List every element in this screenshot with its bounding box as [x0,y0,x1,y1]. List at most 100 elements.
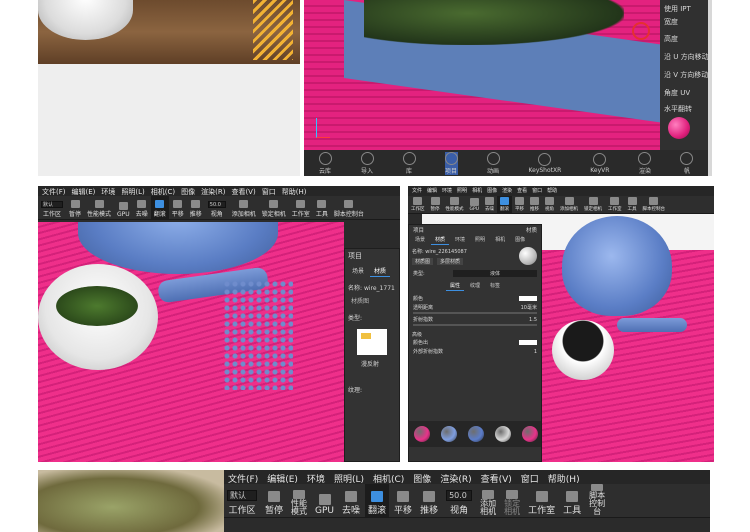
tab-lighting[interactable]: 照明 [471,235,489,245]
tb-studio[interactable]: 工作室 [289,196,313,219]
material-graph-button[interactable]: 材质图 [345,294,399,307]
sidebar-width[interactable]: 宽度 [664,17,678,27]
tab-material[interactable]: 材质 [370,265,391,277]
sidebar-height[interactable]: 高度 [664,34,678,44]
menu-camera[interactable]: 相机(C) [373,472,404,485]
tb-fov[interactable]: 50.0 视角 [205,196,229,219]
tb-script-console[interactable]: 脚本控制台 [331,196,367,219]
tb-workspace[interactable]: 默认 工作区 [38,196,66,219]
transparency-slider[interactable] [413,312,537,314]
tb-gpu[interactable]: GPU [312,484,337,517]
tb-denoise[interactable]: 去噪 [482,196,497,213]
menu-view[interactable]: 查看(V) [231,187,255,196]
prop-transparency-value[interactable]: 10毫米 [521,304,537,311]
tb-gpu[interactable]: GPU [114,196,133,219]
tb-script-console[interactable]: 脚本控制台 [586,484,608,517]
material-swatch[interactable] [494,426,511,442]
tb-performance[interactable]: 性能模式 [443,196,467,213]
material-graph-button[interactable]: 材质图 [412,258,434,265]
name-value[interactable]: wire_1771 [364,285,395,292]
menu-help[interactable]: 帮助 [547,187,557,195]
menu-lighting[interactable]: 照明 [457,187,467,195]
tb-pan[interactable]: 平移 [512,196,527,213]
tb-denoise[interactable]: 去噪 [339,484,363,517]
tab-material[interactable]: 材质 [431,235,450,245]
tb-pause[interactable]: 暂停 [428,196,443,213]
tb-performance[interactable]: 性能模式 [84,196,114,219]
tb-add-camera[interactable]: 添加相机 [229,196,259,219]
fov-input[interactable]: 50.0 [446,490,473,501]
ior-slider[interactable] [413,324,537,326]
tb-script-console[interactable]: 脚本控制台 [640,196,669,213]
nav-import[interactable]: 导入 [360,151,374,175]
tb-fov[interactable]: 视角 [542,196,557,213]
tb-pause[interactable]: 暂停 [66,196,84,219]
tb-lock-camera[interactable]: 锁定相机 [581,196,605,213]
menu-help[interactable]: 帮助(H) [282,187,307,196]
tb-pause[interactable]: 暂停 [262,484,286,517]
menu-environment[interactable]: 环境 [307,472,325,485]
type-select[interactable]: 液体 [453,270,537,277]
menu-window[interactable]: 窗口 [262,187,276,196]
tab-camera[interactable]: 相机 [491,235,509,245]
menu-edit[interactable]: 编辑 [427,187,437,195]
subtab-textures[interactable]: 纹理 [466,281,484,291]
tb-workspace[interactable]: 工作区 [408,196,428,213]
tb-tools[interactable]: 工具 [560,484,584,517]
nav-keyvr[interactable]: KeyVR [590,152,609,174]
fov-input[interactable]: 50.0 [207,201,226,208]
menu-environment[interactable]: 环境 [101,187,115,196]
menu-camera[interactable]: 相机(C) [151,187,175,196]
material-swatch[interactable] [441,426,458,442]
menu-render[interactable]: 渲染 [502,187,512,195]
prop-color-swatch[interactable] [519,296,537,301]
tb-tumble[interactable]: 翻滚 [150,196,169,219]
menu-camera[interactable]: 相机 [472,187,482,195]
tb-studio[interactable]: 工作室 [605,196,625,213]
tb-tools[interactable]: 工具 [313,196,331,219]
nav-project[interactable]: 项目 [444,151,458,175]
tb-tools[interactable]: 工具 [625,196,640,213]
menu-file[interactable]: 文件(F) [228,472,258,485]
tab-environment[interactable]: 环境 [451,235,469,245]
menu-image[interactable]: 图像 [413,472,431,485]
tb-lock-camera[interactable]: 锁定相机 [259,196,289,219]
sidebar-use-ipt[interactable]: 使用 IPT [664,4,691,14]
adv-color-out-swatch[interactable] [519,340,537,345]
nav-render[interactable]: 渲染 [638,151,652,175]
menu-file[interactable]: 文件(F) [42,187,66,196]
menu-file[interactable]: 文件 [412,187,422,195]
menu-image[interactable]: 图像 [487,187,497,195]
tb-pan[interactable]: 平移 [169,196,187,219]
menu-edit[interactable]: 编辑(E) [267,472,298,485]
menu-window[interactable]: 窗口 [532,187,542,195]
tb-workspace[interactable]: 默认 工作区 [224,484,260,517]
tb-studio[interactable]: 工作室 [525,484,558,517]
material-swatch[interactable] [521,426,538,442]
menu-lighting[interactable]: 照明(L) [121,187,144,196]
menu-environment[interactable]: 环境 [442,187,452,195]
material-swatch[interactable] [414,426,431,442]
nav-animation[interactable]: 动画 [486,151,500,175]
tb-add-camera[interactable]: 添加相机 [477,484,499,517]
workspace-select[interactable]: 默认 [41,201,63,208]
nav-partial[interactable]: 帆 [680,151,694,175]
subtab-properties[interactable]: 属性 [445,281,464,291]
nav-cloud-library[interactable]: 云库 [318,151,332,175]
tab-scene[interactable]: 场景 [411,235,429,245]
advanced-section[interactable]: 高级 [409,327,541,338]
menu-image[interactable]: 图像 [181,187,195,196]
menu-view[interactable]: 查看 [517,187,527,195]
tab-image[interactable]: 图像 [511,235,529,245]
tb-tumble[interactable]: 翻滚 [365,484,390,517]
menu-lighting[interactable]: 照明(L) [334,472,364,485]
tb-lock-camera[interactable]: 锁定相机 [501,484,523,517]
menu-help[interactable]: 帮助(H) [548,472,580,485]
nav-keyshotxr[interactable]: KeyShotXR [529,152,561,174]
sidebar-flip-horizontal[interactable]: 水平翻转 [664,104,692,114]
menu-render[interactable]: 渲染(R) [440,472,471,485]
subtab-labels[interactable]: 标签 [486,281,504,291]
sidebar-move-v[interactable]: 沿 V 方向移动 [664,70,708,80]
tab-scene[interactable]: 场景 [348,265,368,277]
multi-layer-button[interactable]: 多层材质 [437,258,464,265]
